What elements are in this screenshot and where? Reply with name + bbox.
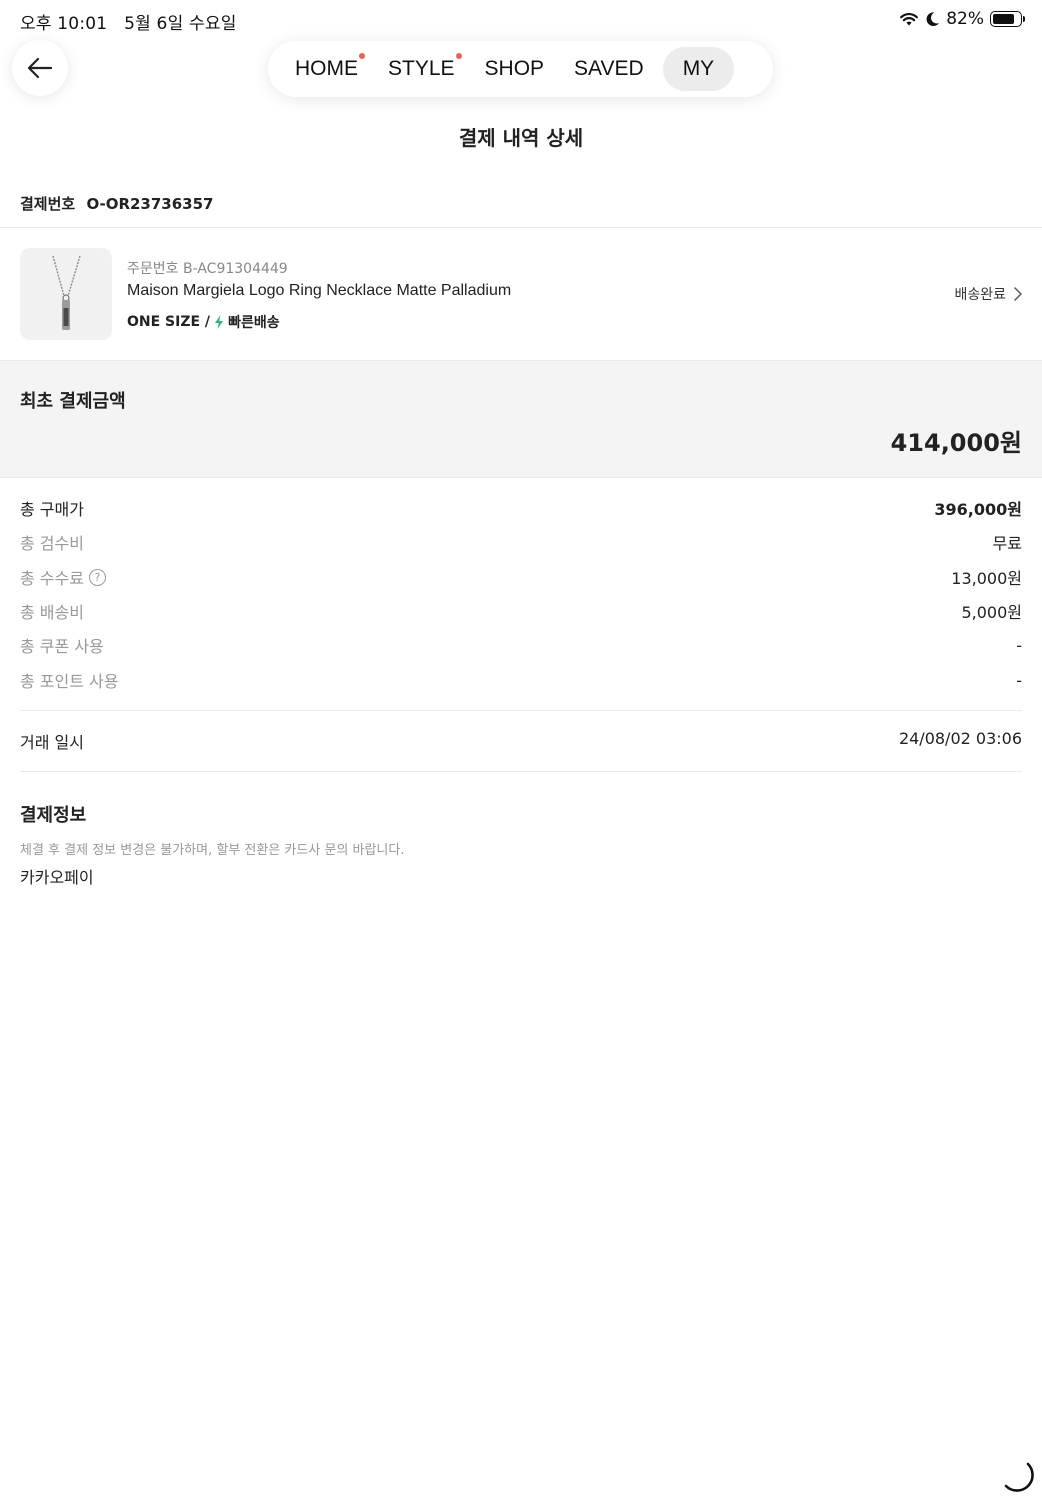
moon-icon [926,12,940,27]
fee-label: 총 포인트 사용 [20,672,119,691]
delivery-status[interactable]: 배송완료 [954,284,1022,304]
divider [20,710,1022,711]
tab-shop[interactable]: SHOP [472,47,558,91]
divider [20,771,1022,772]
fee-row-purchase: 총 구매가 396,000원 [20,496,1022,520]
lightning-icon [215,315,224,329]
product-size: ONE SIZE / [127,314,211,330]
arrow-left-icon [27,57,53,79]
fee-value: 무료 [992,534,1022,553]
payment-info-title: 결제정보 [20,805,87,826]
payment-number: O-OR23736357 [86,195,214,213]
fee-label-wrap: 총 수수료 ? [20,565,106,589]
fee-value: - [1016,635,1022,655]
fee-label: 총 수수료 [20,569,84,588]
order-number-value: B-AC91304449 [182,261,288,277]
fee-label: 총 배송비 [20,603,84,622]
fee-label: 총 쿠폰 사용 [20,637,104,656]
product-name: Maison Margiela Logo Ring Necklace Matte… [127,282,512,299]
payment-number-row: 결제번호 O-OR23736357 [20,193,214,214]
tab-home-label: HOME [295,57,358,80]
back-button[interactable] [12,40,68,96]
fast-delivery-label: 빠른배송 [228,315,280,331]
transaction-date-label: 거래 일시 [20,733,84,752]
payment-method: 카카오페이 [20,868,94,887]
battery-fill [993,14,1015,24]
battery-percent: 82% [946,9,984,29]
fee-value: 13,000원 [951,569,1022,588]
fee-label: 총 구매가 [20,500,84,519]
delivery-status-label: 배송완료 [954,287,1006,303]
product-item[interactable]: 주문번호 B-AC91304449 Maison Margiela Logo R… [20,248,1022,340]
product-thumbnail [20,248,112,340]
tab-shop-label: SHOP [484,57,545,80]
tab-style-label: STYLE [388,57,455,80]
fee-row-commission: 총 수수료 ? 13,000원 [20,565,1022,589]
wifi-icon [900,13,919,26]
status-clock: 오후 10:01 [20,14,108,34]
fee-row-points: 총 포인트 사용 - [20,668,1022,692]
notification-dot [455,53,462,59]
necklace-image [52,255,81,330]
initial-payment-label: 최초 결제금액 [20,391,126,412]
tab-home[interactable]: HOME [282,47,371,91]
page-title: 결제 내역 상세 [458,126,584,150]
help-icon[interactable]: ? [88,568,106,586]
payment-number-label: 결제번호 [20,195,76,213]
status-bar: 오후 10:01 5월 6일 수요일 82% [0,0,1042,40]
tab-my-label: MY [682,57,715,80]
tab-my[interactable]: MY [662,47,735,91]
fee-value: - [1016,670,1022,690]
divider [0,227,1042,228]
fee-value: 5,000원 [961,603,1022,622]
fee-row-inspection: 총 검수비 무료 [20,530,1022,554]
top-nav: HOME STYLE SHOP SAVED MY [268,41,773,97]
status-indicators: 82% [899,9,1025,29]
order-number-label: 주문번호 [127,261,179,277]
transaction-date-row: 거래 일시 24/08/02 03:06 [20,729,1022,753]
product-options: ONE SIZE / 빠른배송 [127,312,280,332]
fee-value: 396,000원 [934,500,1022,519]
fee-label: 총 검수비 [20,534,84,553]
product-order-number: 주문번호 B-AC91304449 [127,258,288,278]
payment-info-note: 체결 후 결제 정보 변경은 불가하며, 할부 전환은 카드사 문의 바랍니다. [20,843,405,858]
tab-saved[interactable]: SAVED [561,47,657,91]
battery-icon [990,11,1025,27]
loading-spinner-icon [1004,1462,1034,1492]
initial-payment-summary: 최초 결제금액 414,000원 [0,360,1042,478]
initial-payment-amount: 414,000원 [890,429,1022,457]
chevron-right-icon [1014,287,1022,301]
transaction-date-value: 24/08/02 03:06 [898,729,1022,748]
notification-dot [359,53,365,59]
status-date: 5월 6일 수요일 [124,14,237,34]
tab-saved-label: SAVED [574,57,644,80]
status-time: 오후 10:01 5월 6일 수요일 [20,9,237,34]
tab-style[interactable]: STYLE [375,47,468,91]
fee-row-coupon: 총 쿠폰 사용 - [20,633,1022,657]
fee-row-shipping: 총 배송비 5,000원 [20,599,1022,623]
